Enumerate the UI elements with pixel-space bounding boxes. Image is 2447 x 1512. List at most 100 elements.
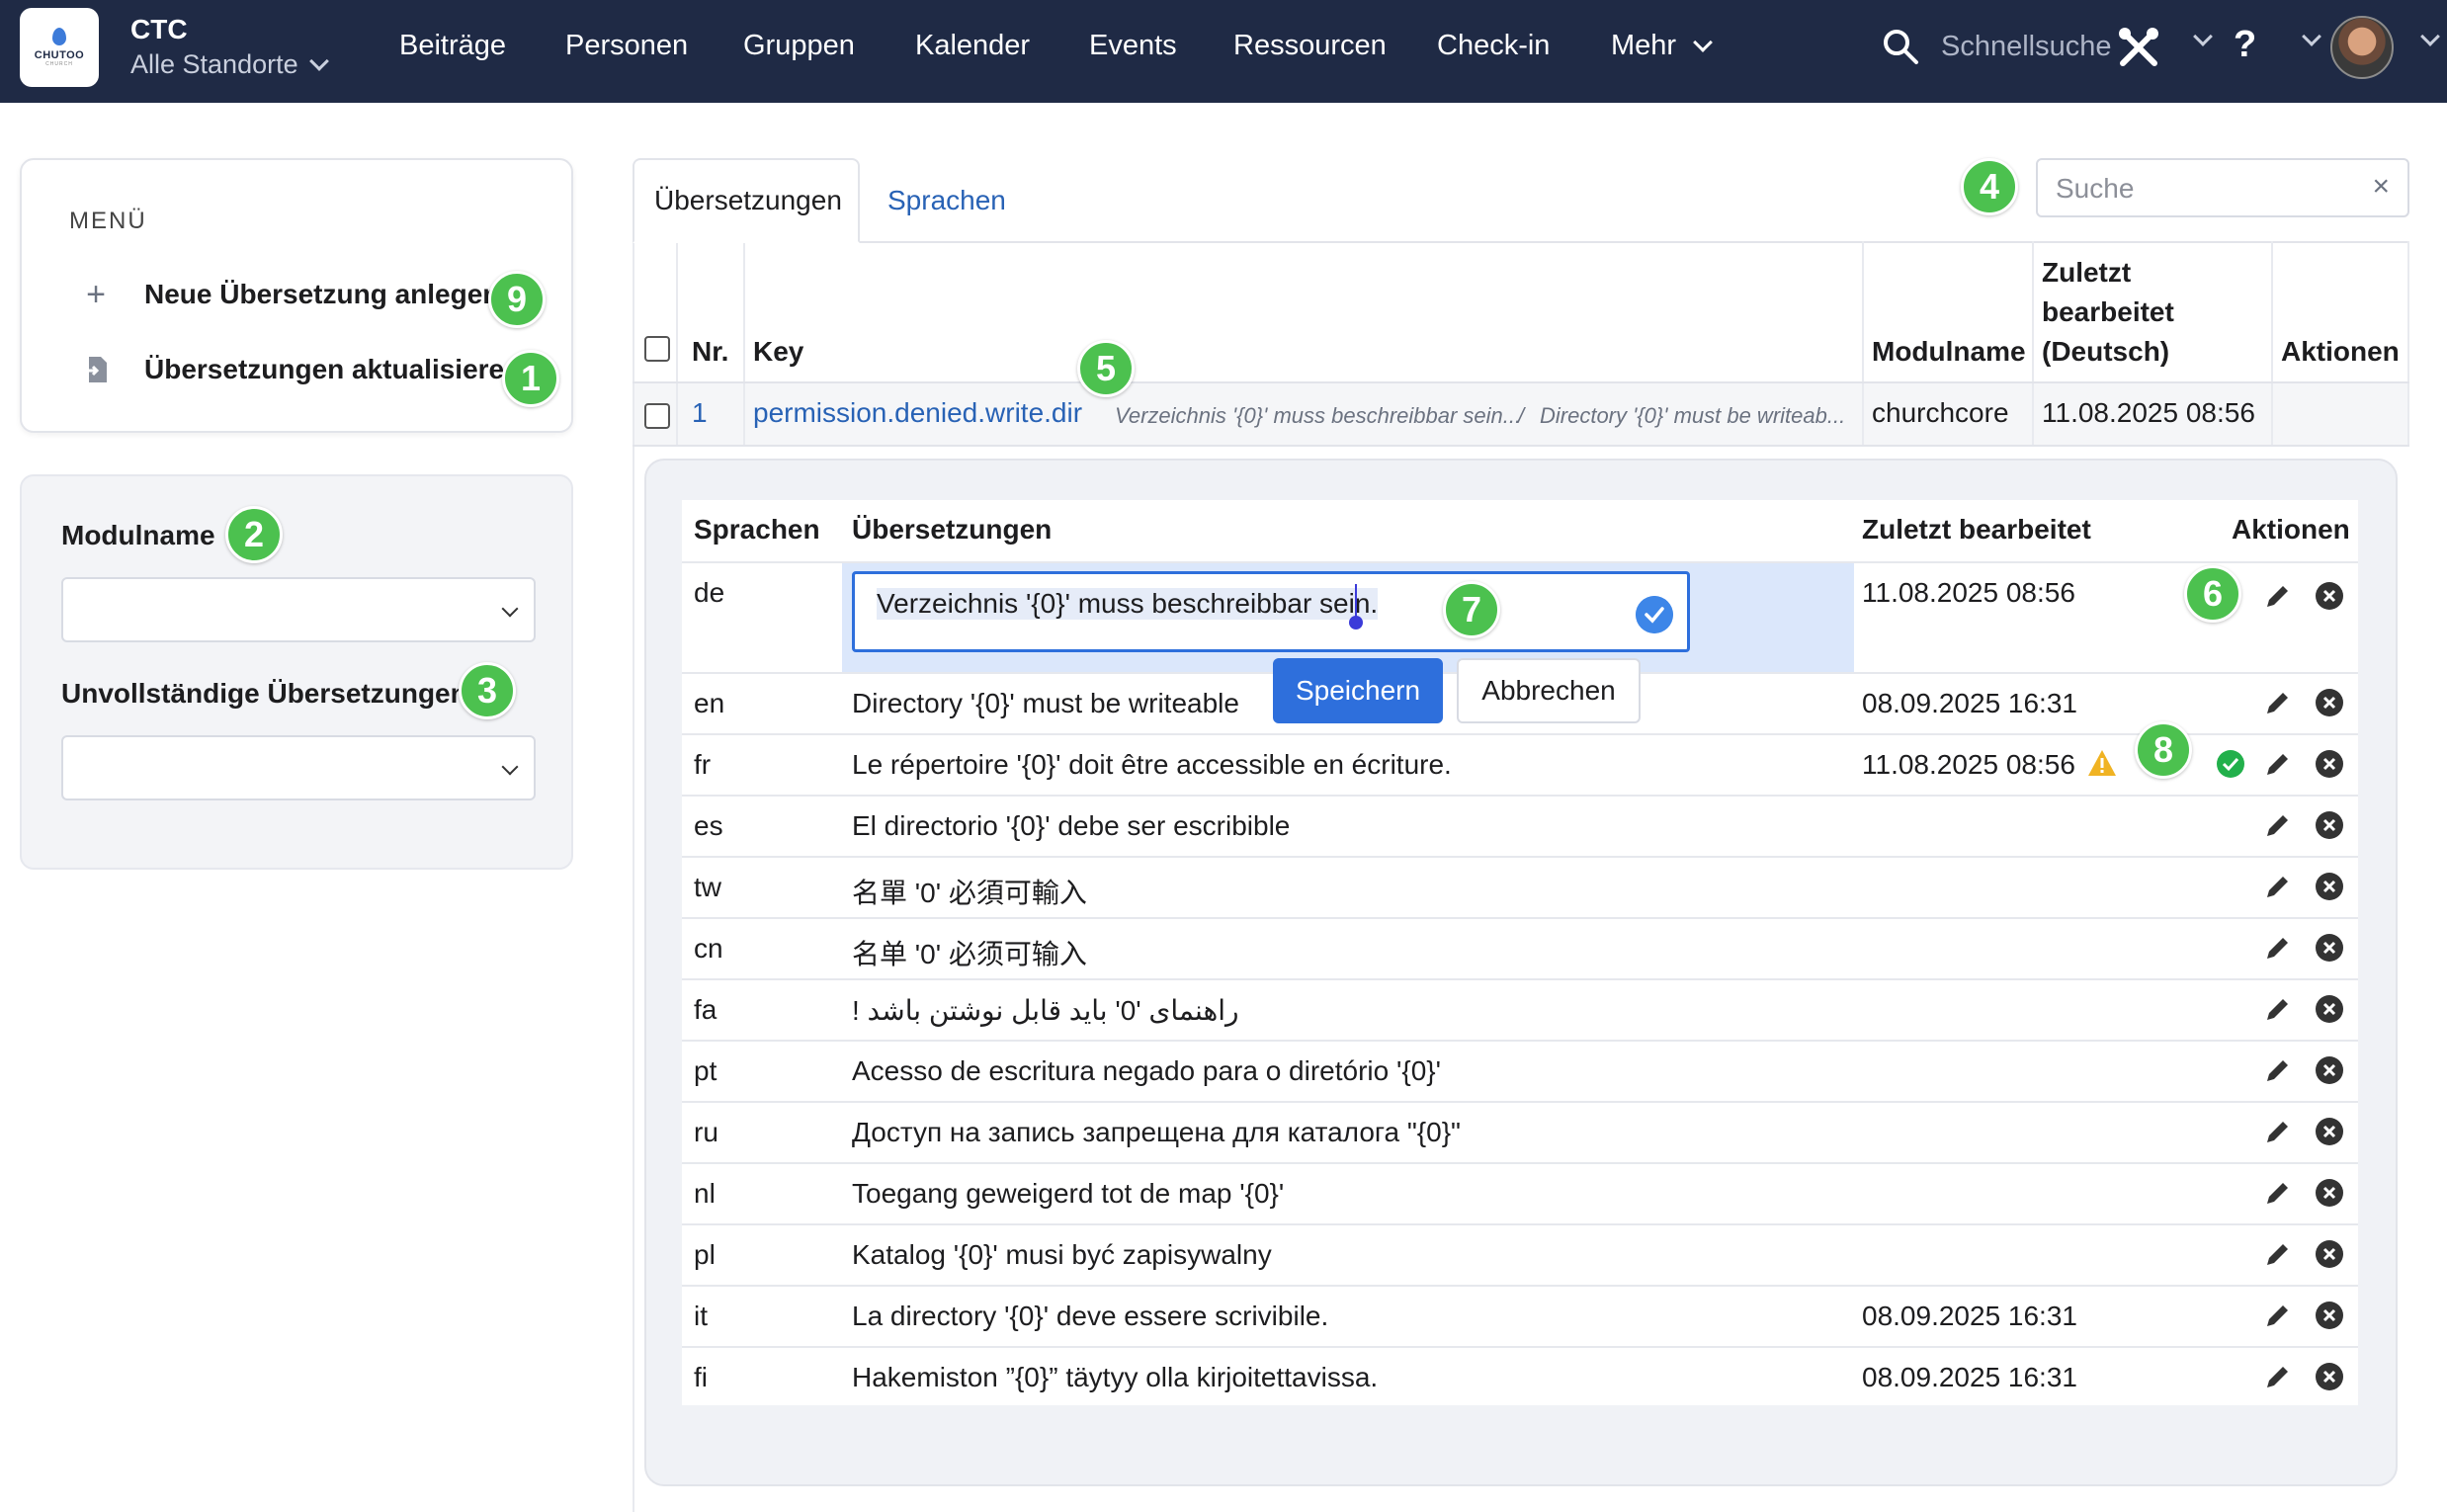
column-header-actions: Aktionen (2281, 336, 2400, 367)
translation-text: Directory '{0}' must be writeable (852, 688, 1239, 718)
location-selector[interactable]: Alle Standorte (130, 49, 329, 80)
row-checkbox[interactable] (644, 403, 670, 429)
detail-divider (633, 447, 634, 1512)
search-input[interactable] (2056, 172, 2352, 206)
delete-circle-icon[interactable] (2315, 1178, 2344, 1208)
tools-chevron-down-icon[interactable] (2193, 27, 2213, 46)
table-header-row: Nr. Key Modulname Zuletzt bearbeitet (De… (633, 241, 2409, 383)
save-button[interactable]: Speichern (1273, 658, 1443, 723)
nav-item-checkin[interactable]: Check-in (1437, 30, 1550, 62)
row-module: churchcore (1872, 397, 2009, 428)
column-header-edited-line3[interactable]: (Deutsch) (2042, 332, 2169, 372)
column-header-edited-line2[interactable]: bearbeitet (2042, 293, 2174, 332)
warning-icon (2088, 750, 2116, 776)
translation-text: Доступ на запись запрещена для каталога … (852, 1117, 1461, 1147)
nav-item-beitraege[interactable]: Beiträge (399, 30, 506, 62)
translation-edit-value: Verzeichnis '{0}' muss beschreibbar sein… (877, 588, 1379, 620)
edit-pencil-icon[interactable] (2263, 872, 2293, 901)
org-title[interactable]: CTC (130, 14, 188, 45)
text-cursor (1355, 584, 1357, 620)
edit-pencil-icon[interactable] (2263, 1178, 2293, 1208)
translation-row-fi: fi Hakemiston ”{0}” täytyy olla kirjoite… (682, 1346, 2358, 1407)
help-icon[interactable]: ? (2234, 24, 2256, 66)
tab-languages[interactable]: Sprachen (868, 158, 1026, 243)
avatar[interactable] (2330, 16, 2394, 79)
delete-circle-icon[interactable] (2315, 810, 2344, 840)
translation-text: El directorio '{0}' debe ser escribible (852, 810, 1291, 841)
delete-circle-icon[interactable] (2315, 581, 2344, 611)
selection-handle[interactable] (1349, 616, 1363, 630)
lang-code: nl (694, 1178, 716, 1209)
nav-item-ressourcen[interactable]: Ressourcen (1233, 30, 1387, 62)
select-all-checkbox[interactable] (644, 336, 670, 362)
delete-circle-icon[interactable] (2315, 1055, 2344, 1085)
row-number[interactable]: 1 (692, 397, 708, 429)
incomplete-select[interactable] (61, 735, 536, 800)
update-translations-button[interactable]: Übersetzungen aktualisieren (81, 354, 521, 385)
file-import-icon (81, 355, 111, 384)
spellcheck-ok-icon[interactable] (1636, 596, 1673, 633)
detail-header-translations: Übersetzungen (852, 514, 1053, 545)
edit-pencil-icon[interactable] (2263, 1117, 2293, 1146)
edit-pencil-icon[interactable] (2263, 1055, 2293, 1085)
column-header-module[interactable]: Modulname (1872, 332, 2026, 372)
tools-icon[interactable] (2117, 26, 2160, 69)
quick-search-label[interactable]: Schnellsuche (1941, 31, 2112, 63)
delete-circle-icon[interactable] (2315, 1239, 2344, 1269)
nav-item-personen[interactable]: Personen (565, 30, 688, 62)
edit-pencil-icon[interactable] (2263, 933, 2293, 963)
edit-pencil-icon[interactable] (2263, 581, 2293, 611)
menu-heading: MENÜ (69, 208, 147, 234)
detail-header-edited: Zuletzt bearbeitet (1862, 514, 2091, 545)
edit-pencil-icon[interactable] (2263, 1239, 2293, 1269)
row-preview-de: Verzeichnis '{0}' muss beschreibbar sein… (1115, 403, 1522, 428)
row-key-link[interactable]: permission.denied.write.dir (753, 397, 1082, 429)
translation-row-it: it La directory '{0}' deve essere scrivi… (682, 1285, 2358, 1346)
logo-drop-icon (52, 28, 66, 45)
annotation-badge-4: 4 (1961, 158, 2018, 215)
search-field[interactable]: × (2036, 158, 2409, 217)
translation-edit-textarea[interactable]: Verzeichnis '{0}' muss beschreibbar sein… (852, 571, 1690, 652)
edit-pencil-icon[interactable] (2263, 749, 2293, 779)
delete-circle-icon[interactable] (2315, 1117, 2344, 1146)
search-icon[interactable] (1882, 28, 1919, 65)
nav-item-kalender[interactable]: Kalender (915, 30, 1030, 62)
delete-circle-icon[interactable] (2315, 688, 2344, 717)
edit-pencil-icon[interactable] (2263, 994, 2293, 1024)
delete-circle-icon[interactable] (2315, 1301, 2344, 1330)
nav-item-gruppen[interactable]: Gruppen (743, 30, 855, 62)
lang-code: fi (694, 1362, 708, 1392)
clear-search-icon[interactable]: × (2372, 170, 2390, 204)
language-translations-table: Sprachen Übersetzungen Zuletzt bearbeite… (682, 500, 2358, 1405)
edit-pencil-icon[interactable] (2263, 810, 2293, 840)
lang-code: fa (694, 994, 717, 1025)
annotation-badge-6: 6 (2184, 565, 2241, 623)
app-logo[interactable]: CHUTOO CHURCH (20, 8, 99, 87)
lang-code: pt (694, 1055, 717, 1086)
table-row[interactable]: 1 permission.denied.write.dir Verzeichni… (633, 383, 2409, 447)
column-header-nr[interactable]: Nr. (692, 332, 728, 372)
annotation-badge-8: 8 (2135, 721, 2192, 779)
lang-code: ru (694, 1117, 718, 1147)
column-header-key[interactable]: Key (753, 332, 803, 372)
delete-circle-icon[interactable] (2315, 933, 2344, 963)
delete-circle-icon[interactable] (2315, 749, 2344, 779)
delete-circle-icon[interactable] (2315, 872, 2344, 901)
edit-pencil-icon[interactable] (2263, 1362, 2293, 1391)
nav-item-mehr[interactable]: Mehr (1611, 30, 1713, 62)
cancel-button[interactable]: Abbrechen (1457, 658, 1641, 723)
delete-circle-icon[interactable] (2315, 1362, 2344, 1391)
new-translation-button[interactable]: + Neue Übersetzung anlegen (81, 276, 499, 313)
module-select[interactable] (61, 577, 536, 642)
top-navigation-bar: CHUTOO CHURCH CTC Alle Standorte Beiträg… (0, 0, 2447, 103)
approve-check-icon[interactable] (2216, 749, 2245, 779)
column-header-edited-line1[interactable]: Zuletzt (2042, 253, 2131, 293)
edit-pencil-icon[interactable] (2263, 1301, 2293, 1330)
edit-pencil-icon[interactable] (2263, 688, 2293, 717)
help-chevron-down-icon[interactable] (2302, 27, 2321, 46)
translation-text: Acesso de escritura negado para o diretó… (852, 1055, 1441, 1086)
delete-circle-icon[interactable] (2315, 994, 2344, 1024)
tab-translations[interactable]: Übersetzungen (633, 158, 860, 243)
nav-item-events[interactable]: Events (1089, 30, 1177, 62)
avatar-chevron-down-icon[interactable] (2420, 27, 2440, 46)
